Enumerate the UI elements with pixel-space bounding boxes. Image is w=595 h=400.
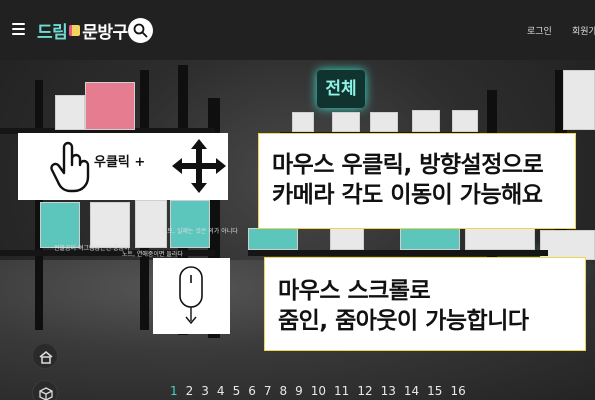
page-link[interactable]: 4 xyxy=(217,384,225,398)
page-link[interactable]: 8 xyxy=(279,384,287,398)
product-item[interactable] xyxy=(170,200,210,248)
home-icon xyxy=(39,351,53,364)
pagination: 1 2 3 4 5 6 7 8 9 10 11 12 13 14 15 16 xyxy=(170,384,474,398)
product-item[interactable] xyxy=(412,110,440,132)
search-icon xyxy=(133,23,148,38)
pointer-hand-icon xyxy=(50,141,90,193)
right-click-hint-line1: 마우스 우클릭, 방향설정으로 xyxy=(272,152,544,178)
cube-icon xyxy=(39,387,53,400)
product-caption: 노트, 실제는 것은 의가 아니다 xyxy=(162,228,238,235)
page-link[interactable]: 2 xyxy=(186,384,194,398)
book-icon xyxy=(69,25,81,36)
page-link[interactable]: 7 xyxy=(264,384,272,398)
product-item[interactable] xyxy=(330,228,364,250)
product-item[interactable] xyxy=(465,228,535,250)
cube-view-button[interactable] xyxy=(32,380,58,400)
page-link[interactable]: 1 xyxy=(170,384,178,398)
move-arrows-icon xyxy=(172,139,226,193)
product-item[interactable] xyxy=(452,110,478,132)
product-item[interactable] xyxy=(292,112,314,132)
right-click-hint-line2: 카메라 각도 이동이 가능해요 xyxy=(272,182,543,208)
product-item[interactable] xyxy=(370,112,398,132)
home-view-button[interactable] xyxy=(32,343,58,369)
scroll-hint-line2: 줌인, 줌아웃이 가능합니다 xyxy=(278,308,529,334)
page-link[interactable]: 6 xyxy=(248,384,256,398)
product-item[interactable] xyxy=(135,200,167,248)
page-link[interactable]: 10 xyxy=(311,384,326,398)
page-link[interactable]: 5 xyxy=(233,384,241,398)
product-item[interactable] xyxy=(85,82,135,130)
product-item[interactable] xyxy=(540,230,595,260)
page-link[interactable]: 9 xyxy=(295,384,303,398)
product-item[interactable] xyxy=(563,70,595,130)
scroll-hint-card xyxy=(153,258,230,334)
top-header: 드림 문방구 로그인 회원가입 xyxy=(0,0,595,60)
product-item[interactable] xyxy=(400,228,460,250)
product-caption: 노트, 연애중이면 들라다 xyxy=(122,251,183,258)
right-click-label: 우클릭 + xyxy=(94,155,146,170)
login-link[interactable]: 로그인 xyxy=(527,24,552,37)
site-logo[interactable]: 드림 문방구 xyxy=(37,18,128,43)
search-button[interactable] xyxy=(128,18,153,43)
page-link[interactable]: 12 xyxy=(357,384,372,398)
signup-link[interactable]: 회원가입 xyxy=(572,24,595,37)
page-link[interactable]: 15 xyxy=(427,384,442,398)
page-link[interactable]: 14 xyxy=(404,384,419,398)
page-link[interactable]: 13 xyxy=(381,384,396,398)
product-item[interactable] xyxy=(90,202,130,248)
page-link[interactable]: 16 xyxy=(450,384,465,398)
logo-text-2: 문방구 xyxy=(82,23,128,43)
scroll-hint-line1: 마우스 스크롤로 xyxy=(278,278,431,304)
product-caption: 썬불곰이 여그템갑은런 통꿈이 xyxy=(54,245,130,252)
menu-icon[interactable] xyxy=(12,23,25,35)
category-title[interactable]: 전체 xyxy=(317,70,365,108)
mouse-scroll-icon xyxy=(179,266,203,325)
product-item[interactable] xyxy=(40,202,80,248)
product-item[interactable] xyxy=(248,228,298,250)
product-item[interactable] xyxy=(55,95,85,130)
page-link[interactable]: 11 xyxy=(334,384,349,398)
product-item[interactable] xyxy=(332,112,360,132)
shelf-board xyxy=(248,250,548,256)
logo-text-1: 드림 xyxy=(37,23,68,43)
page-link[interactable]: 3 xyxy=(201,384,209,398)
